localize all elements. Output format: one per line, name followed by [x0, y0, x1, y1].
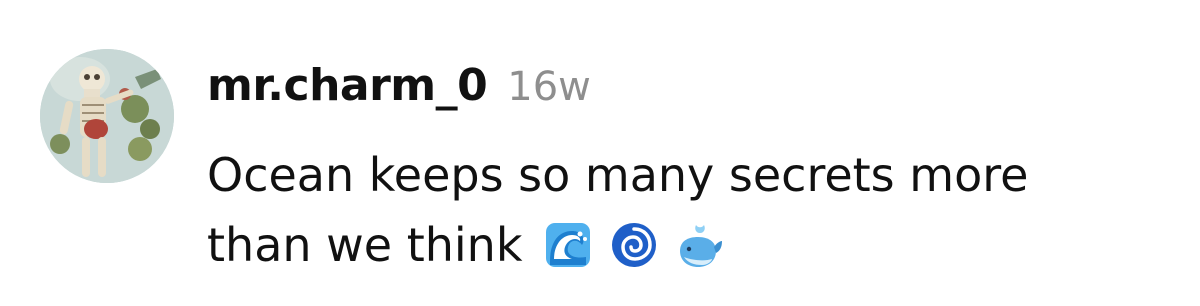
comment-text-line-1: Ocean keeps so many secrets more	[207, 148, 1029, 202]
water-wave-icon	[544, 221, 592, 269]
comment-text-line-2: than we think	[207, 210, 1167, 280]
timestamp[interactable]: 16w	[507, 64, 591, 110]
spouting-whale-icon	[676, 221, 724, 269]
comment-header: mr.charm_0 16w	[207, 60, 591, 126]
comment-item: mr.charm_0 16w Ocean keeps so many secre…	[0, 0, 1200, 306]
avatar-image	[40, 49, 174, 183]
comment-text-line-2-words: than we think	[207, 218, 523, 272]
cyclone-icon	[610, 221, 658, 269]
comment-text: Ocean keeps so many secrets more than we…	[207, 140, 1167, 280]
username[interactable]: mr.charm_0	[207, 60, 488, 111]
avatar[interactable]	[40, 49, 174, 183]
